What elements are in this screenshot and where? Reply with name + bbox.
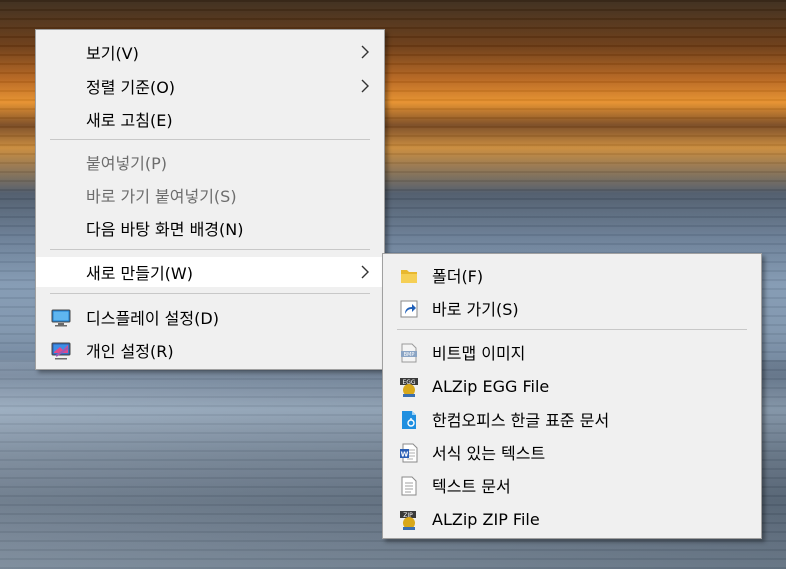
submenu-item-label: ALZip EGG File — [432, 376, 550, 396]
submenu-item-alzip-egg[interactable]: EGG ALZip EGG File — [383, 371, 761, 401]
menu-item-label: 새로 만들기(W) — [86, 264, 193, 283]
svg-text:BMP: BMP — [404, 352, 415, 358]
submenu-item-bitmap[interactable]: BMP 비트맵 이미지 — [383, 337, 761, 367]
svg-text:W: W — [401, 451, 409, 459]
chevron-right-icon — [361, 265, 369, 279]
submenu-item-folder[interactable]: 폴더(F) — [383, 260, 761, 290]
zip-file-icon: ZIP — [400, 511, 416, 530]
text-file-icon — [401, 476, 417, 496]
hwp-file-icon — [402, 411, 416, 429]
submenu-item-shortcut[interactable]: 바로 가기(S) — [383, 293, 761, 323]
egg-file-icon: EGG — [400, 378, 418, 397]
menu-item-new[interactable]: 새로 만들기(W) — [36, 257, 384, 287]
menu-item-label: 바로 가기 붙여넣기(S) — [86, 187, 237, 206]
menu-item-refresh[interactable]: 새로 고침(E) — [36, 104, 384, 134]
submenu-item-label: 비트맵 이미지 — [432, 344, 526, 363]
chevron-right-icon — [361, 45, 369, 59]
menu-separator — [50, 293, 370, 294]
menu-item-label: 새로 고침(E) — [86, 111, 173, 130]
menu-item-label: 정렬 기준(O) — [86, 78, 176, 97]
submenu-item-rich-text[interactable]: W 서식 있는 텍스트 — [383, 437, 761, 467]
folder-icon — [401, 270, 417, 283]
new-submenu: 폴더(F) 바로 가기(S) BMP 비트맵 이미지 EGG ALZip EGG… — [382, 253, 762, 539]
menu-item-view[interactable]: 보기(V) — [36, 37, 384, 67]
desktop-context-menu: 보기(V) 정렬 기준(O) 새로 고침(E) 붙여넣기(P) 바로 가기 붙여… — [35, 29, 385, 370]
submenu-item-label: 한컴오피스 한글 표준 문서 — [432, 411, 610, 430]
chevron-right-icon — [361, 79, 369, 93]
display-settings-icon — [51, 309, 71, 327]
menu-item-label: 붙여넣기(P) — [86, 154, 168, 173]
rtf-file-icon: W — [400, 443, 418, 463]
menu-item-sort-by[interactable]: 정렬 기준(O) — [36, 71, 384, 101]
personalize-icon — [51, 342, 71, 360]
menu-item-label: 디스플레이 설정(D) — [86, 309, 219, 328]
submenu-item-label: 서식 있는 텍스트 — [432, 444, 546, 463]
menu-separator — [50, 249, 370, 250]
shortcut-icon — [400, 300, 418, 318]
submenu-item-alzip-zip[interactable]: ZIP ALZip ZIP File — [383, 504, 761, 534]
submenu-item-text-document[interactable]: 텍스트 문서 — [383, 470, 761, 500]
menu-item-display-settings[interactable]: 디스플레이 설정(D) — [36, 302, 384, 332]
submenu-item-label: 폴더(F) — [432, 267, 484, 286]
submenu-item-label: 바로 가기(S) — [432, 300, 519, 319]
menu-separator — [397, 329, 747, 330]
submenu-item-label: ALZip ZIP File — [432, 509, 540, 529]
menu-item-label: 개인 설정(R) — [86, 342, 174, 361]
menu-item-personalize[interactable]: 개인 설정(R) — [36, 335, 384, 365]
menu-separator — [50, 139, 370, 140]
submenu-item-label: 텍스트 문서 — [432, 477, 511, 496]
menu-item-next-background[interactable]: 다음 바탕 화면 배경(N) — [36, 213, 384, 243]
submenu-item-hwp[interactable]: 한컴오피스 한글 표준 문서 — [383, 404, 761, 434]
menu-item-label: 다음 바탕 화면 배경(N) — [86, 220, 244, 239]
menu-item-paste[interactable]: 붙여넣기(P) — [36, 147, 384, 177]
menu-item-paste-shortcut[interactable]: 바로 가기 붙여넣기(S) — [36, 180, 384, 210]
menu-item-label: 보기(V) — [86, 44, 139, 63]
bmp-file-icon: BMP — [401, 343, 417, 363]
